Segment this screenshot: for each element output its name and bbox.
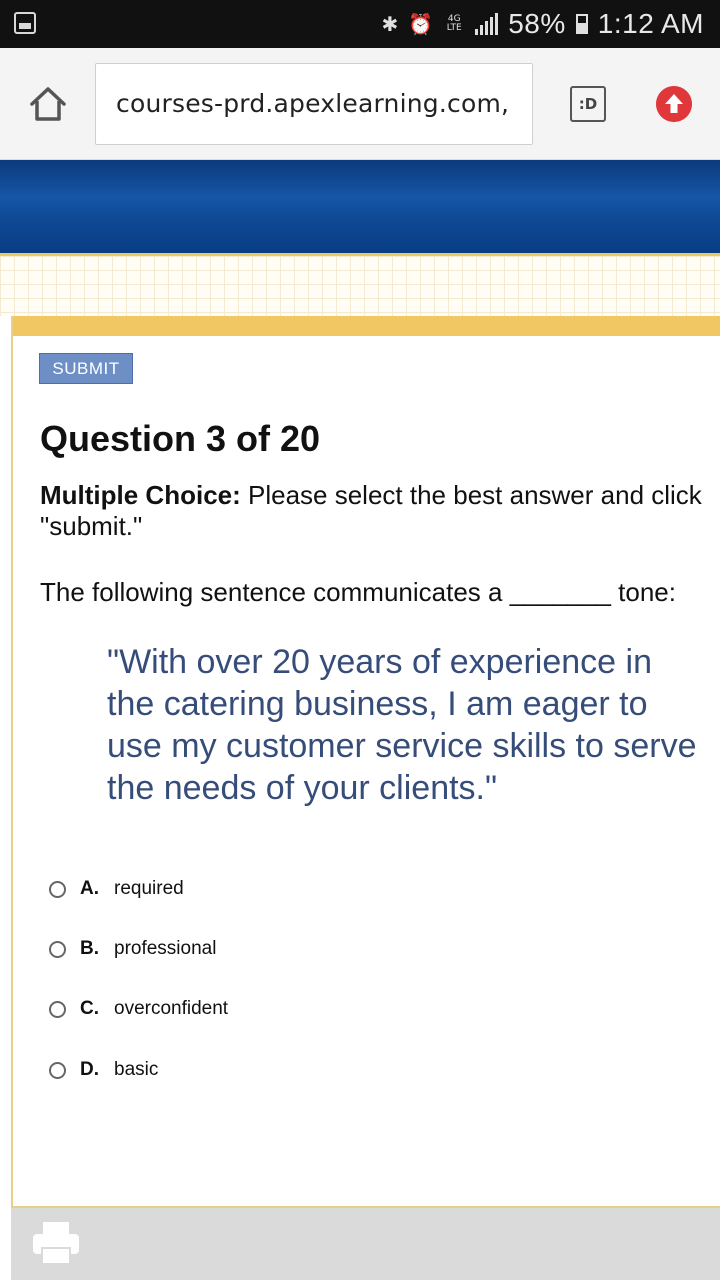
url-text: courses-prd.apexlearning.com, bbox=[116, 89, 510, 118]
choice-text: required bbox=[114, 878, 184, 899]
alarm-icon: ⏰ bbox=[408, 12, 434, 36]
status-icons: ✱ ⏰ 4G LTE 58% 1:12 AM bbox=[382, 0, 704, 48]
choice-text: professional bbox=[114, 938, 217, 959]
question-type-label: Multiple Choice: bbox=[40, 480, 241, 510]
question-prompt: The following sentence communicates a __… bbox=[40, 577, 676, 607]
background-grid bbox=[0, 256, 720, 316]
choice-d[interactable]: D. basic bbox=[49, 1050, 158, 1090]
url-bar[interactable]: courses-prd.apexlearning.com, bbox=[95, 63, 533, 145]
choice-letter: B. bbox=[80, 938, 99, 959]
radio-button[interactable] bbox=[49, 880, 66, 898]
choice-text: overconfident bbox=[114, 998, 229, 1019]
radio-button[interactable] bbox=[49, 1000, 66, 1018]
print-icon[interactable] bbox=[31, 1220, 81, 1266]
question-title: Question 3 of 20 bbox=[40, 418, 321, 459]
status-bar: ✱ ⏰ 4G LTE 58% 1:12 AM bbox=[0, 0, 720, 48]
battery-percent: 58% bbox=[508, 8, 566, 39]
choice-letter: D. bbox=[80, 1059, 99, 1080]
choice-letter: A. bbox=[80, 878, 99, 899]
site-banner bbox=[0, 160, 720, 254]
bluetooth-icon: ✱ bbox=[381, 12, 399, 36]
choice-text: basic bbox=[114, 1059, 159, 1080]
network-type-label: 4G LTE bbox=[446, 14, 462, 33]
tab-switcher-icon[interactable]: :D bbox=[570, 86, 606, 122]
choice-a[interactable]: A. required bbox=[49, 869, 184, 909]
submit-button[interactable]: SUBMIT bbox=[39, 353, 133, 384]
choice-c[interactable]: C. overconfident bbox=[49, 989, 228, 1029]
gallery-icon bbox=[14, 12, 36, 34]
question-card: SUBMIT Question 3 of 20 Multiple Choice:… bbox=[11, 316, 720, 1280]
choice-b[interactable]: B. professional bbox=[49, 929, 216, 969]
choice-letter: C. bbox=[80, 998, 99, 1019]
radio-button[interactable] bbox=[49, 1061, 66, 1079]
instructions: Multiple Choice: Please select the best … bbox=[40, 480, 720, 542]
card-header-stripe bbox=[13, 316, 720, 336]
quoted-sentence: "With over 20 years of experience in the… bbox=[107, 643, 697, 807]
browser-toolbar: courses-prd.apexlearning.com, :D bbox=[0, 48, 720, 160]
clock: 1:12 AM bbox=[597, 8, 704, 39]
battery-icon bbox=[575, 14, 588, 34]
radio-button[interactable] bbox=[49, 940, 66, 958]
bottom-toolbar bbox=[11, 1206, 720, 1280]
signal-icon bbox=[475, 13, 499, 35]
home-icon[interactable] bbox=[28, 84, 68, 124]
upload-icon[interactable] bbox=[656, 86, 692, 122]
